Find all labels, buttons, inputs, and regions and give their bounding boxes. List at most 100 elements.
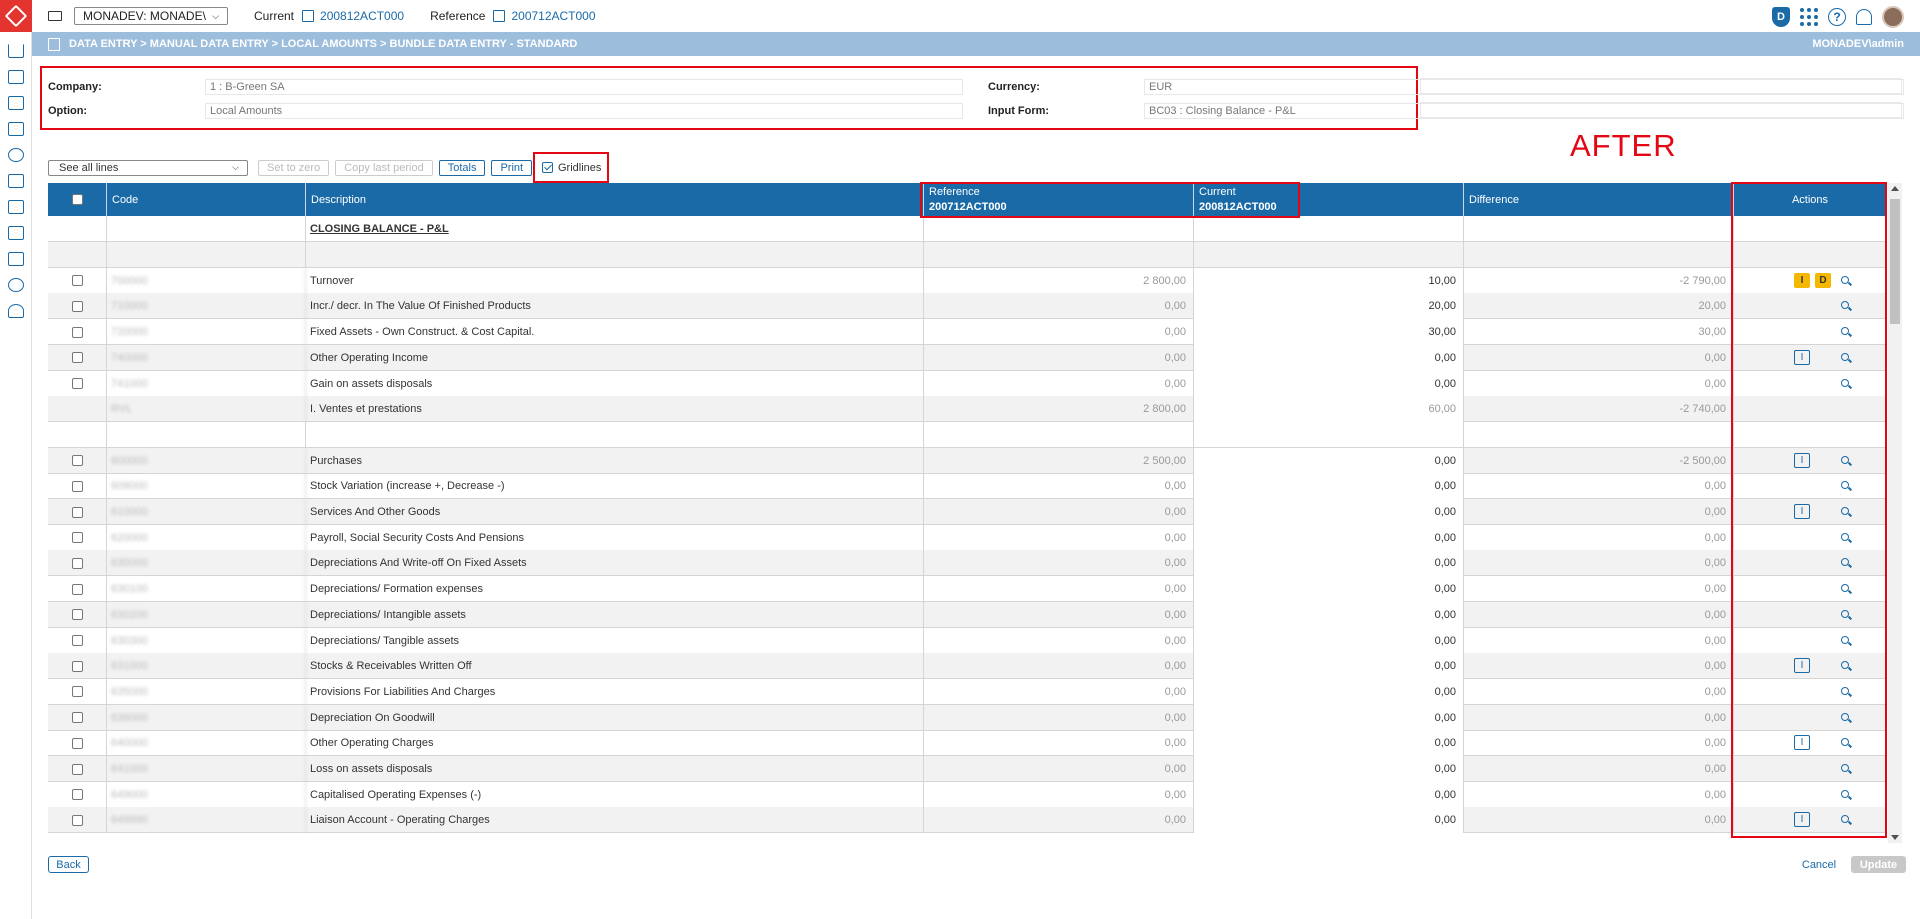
current-value-input[interactable]: 30,00	[1194, 319, 1464, 346]
structure-icon[interactable]	[0, 64, 32, 90]
current-value-input[interactable]: 0,00	[1194, 550, 1464, 577]
search-icon[interactable]	[1841, 712, 1849, 721]
search-icon[interactable]	[1841, 275, 1849, 284]
current-value-input[interactable]: 0,00	[1194, 730, 1464, 757]
current-value-input[interactable]: 0,00	[1194, 627, 1464, 654]
current-value-input[interactable]: 0,00	[1194, 499, 1464, 525]
processing-icon[interactable]	[0, 116, 32, 142]
search-icon[interactable]	[1841, 532, 1849, 541]
gridlines-checkbox[interactable]	[542, 162, 553, 173]
copy-last-period-button[interactable]: Copy last period	[335, 159, 433, 176]
totals-button[interactable]: Totals	[438, 159, 486, 176]
settings-icon[interactable]	[0, 272, 32, 298]
row-checkbox[interactable]	[71, 326, 83, 338]
row-checkbox[interactable]	[71, 789, 83, 801]
row-checkbox[interactable]	[71, 583, 83, 595]
search-icon[interactable]	[1841, 301, 1849, 310]
current-value-input[interactable]: 0,00	[1194, 576, 1464, 603]
current-value-input[interactable]: 0,00	[1194, 447, 1464, 474]
lines-filter-select[interactable]: See all lines ⌵	[48, 159, 248, 176]
row-checkbox[interactable]	[71, 814, 83, 826]
search-icon[interactable]	[1841, 378, 1849, 387]
current-value-input[interactable]: 0,00	[1194, 756, 1464, 782]
search-icon[interactable]	[1841, 558, 1849, 567]
set-to-zero-button[interactable]: Set to zero	[258, 159, 330, 176]
row-checkbox[interactable]	[71, 609, 83, 621]
search-icon[interactable]	[1841, 789, 1849, 798]
row-checkbox[interactable]	[71, 660, 83, 672]
current-value-input[interactable]: 0,00	[1194, 678, 1464, 705]
reference-header[interactable]: Reference 200712ACT000	[924, 183, 1194, 216]
scroll-down-icon[interactable]	[1891, 835, 1899, 840]
row-checkbox[interactable]	[71, 557, 83, 569]
row-checkbox[interactable]	[71, 686, 83, 698]
row-checkbox[interactable]	[71, 300, 83, 312]
search-icon[interactable]	[1841, 686, 1849, 695]
difference-header[interactable]: Difference	[1464, 183, 1734, 216]
current-value-input[interactable]: 0,00	[1194, 601, 1464, 628]
current-value-input[interactable]: 20,00	[1194, 293, 1464, 320]
home-icon[interactable]	[0, 38, 32, 64]
back-button[interactable]: Back	[48, 856, 89, 873]
apps-grid-icon[interactable]	[1800, 8, 1818, 26]
row-checkbox[interactable]	[71, 378, 83, 389]
current-value-input[interactable]: 0,00	[1194, 344, 1464, 371]
database-icon[interactable]	[0, 220, 32, 246]
users-icon[interactable]	[0, 298, 32, 324]
folder-icon[interactable]	[48, 11, 62, 21]
environment-select[interactable]: MONADEV: MONADE\ ⌵	[74, 7, 228, 25]
current-period-value[interactable]: 200812ACT000	[320, 9, 404, 23]
info-button[interactable]: I	[1794, 658, 1810, 674]
reports-icon[interactable]	[0, 168, 32, 194]
row-checkbox[interactable]	[71, 480, 83, 492]
search-icon[interactable]	[1841, 584, 1849, 593]
search-icon[interactable]	[1841, 507, 1849, 515]
row-checkbox[interactable]	[71, 455, 83, 467]
cancel-button[interactable]: Cancel	[1797, 856, 1841, 873]
scroll-thumb[interactable]	[1890, 199, 1900, 324]
row-checkbox[interactable]	[71, 532, 83, 544]
calendar-icon[interactable]	[302, 10, 315, 22]
search-icon[interactable]	[1841, 764, 1849, 772]
hierarchy-icon[interactable]	[0, 194, 32, 220]
row-checkbox[interactable]	[71, 635, 83, 646]
print-button[interactable]: Print	[491, 159, 533, 176]
search-icon[interactable]	[1841, 327, 1849, 336]
search-icon[interactable]	[1841, 815, 1849, 824]
info-button[interactable]: I	[1794, 812, 1810, 828]
description-header[interactable]: Description	[306, 183, 924, 216]
gridlines-toggle[interactable]: Gridlines	[533, 152, 609, 183]
current-value-input[interactable]: 0,00	[1194, 807, 1464, 834]
help-icon[interactable]: ?	[1828, 8, 1846, 26]
current-value-input[interactable]: 0,00	[1194, 370, 1464, 397]
scroll-up-icon[interactable]	[1891, 186, 1899, 191]
row-checkbox[interactable]	[71, 737, 83, 749]
current-value-input[interactable]: 0,00	[1194, 524, 1464, 551]
code-header[interactable]: Code	[107, 183, 306, 216]
reference-period-value[interactable]: 200712ACT000	[511, 9, 595, 23]
search-icon[interactable]	[1841, 481, 1849, 490]
data-entry-icon[interactable]	[0, 90, 32, 116]
row-checkbox[interactable]	[71, 763, 83, 775]
calendar-icon[interactable]	[493, 10, 506, 22]
transfer-icon[interactable]	[0, 246, 32, 272]
app-logo[interactable]	[0, 0, 32, 32]
search-icon[interactable]	[1841, 635, 1849, 644]
row-checkbox[interactable]	[71, 506, 83, 518]
select-all-checkbox[interactable]	[71, 194, 83, 205]
bell-icon[interactable]	[1856, 9, 1872, 25]
table-scrollbar[interactable]	[1888, 183, 1902, 843]
search-icon[interactable]	[1841, 738, 1849, 747]
row-checkbox[interactable]	[71, 712, 83, 724]
info-badge-button[interactable]: I	[1794, 272, 1810, 288]
info-button[interactable]: I	[1794, 504, 1810, 519]
info-button[interactable]: I	[1794, 735, 1810, 751]
avatar[interactable]	[1882, 6, 1904, 28]
current-value-input[interactable]: 0,00	[1194, 704, 1464, 731]
current-value-input[interactable]: 0,00	[1194, 653, 1464, 680]
detail-badge-button[interactable]: D	[1815, 272, 1831, 288]
search-icon[interactable]	[1841, 352, 1849, 361]
row-checkbox[interactable]	[71, 275, 83, 287]
info-button[interactable]: I	[1794, 452, 1810, 468]
shield-d-icon[interactable]: D	[1772, 7, 1790, 27]
